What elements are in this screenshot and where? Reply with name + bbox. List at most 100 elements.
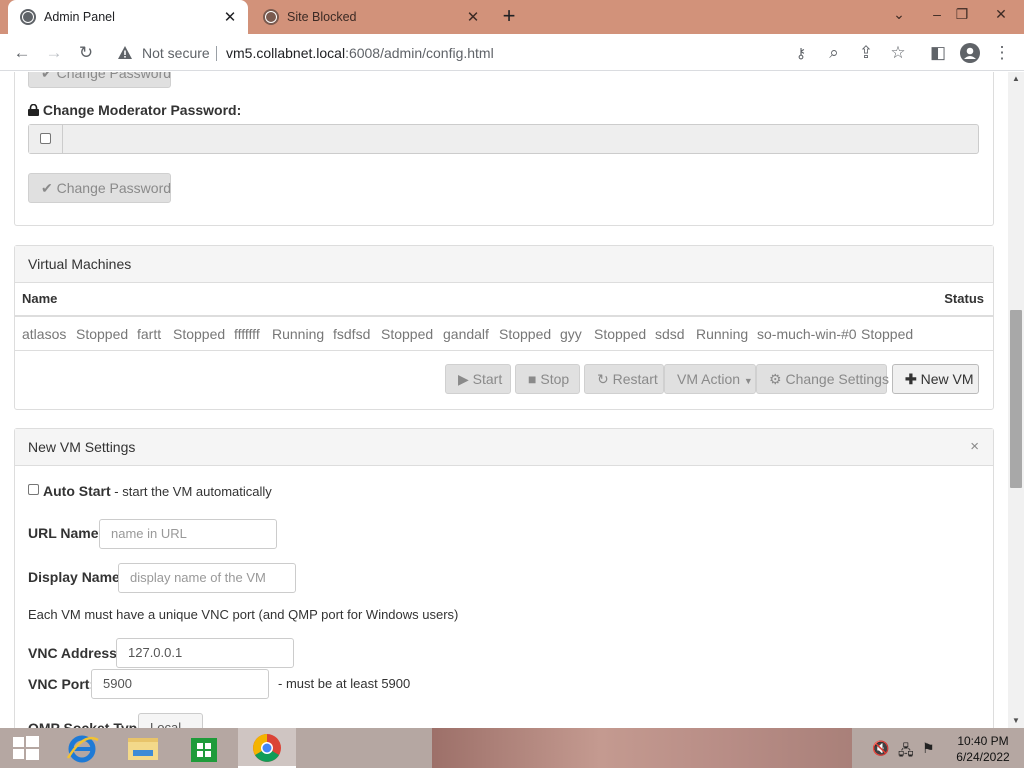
browser-toolbar: ← → ↻ Not secure vm5.collabnet.local:600… <box>0 34 1024 71</box>
vm-status: Stopped <box>381 326 434 342</box>
file-explorer-icon[interactable] <box>116 728 172 768</box>
tab-site-blocked[interactable]: Site Blocked ✕ <box>251 0 491 34</box>
wallpaper-peek <box>432 728 852 768</box>
change-settings-label: Change Settings <box>785 371 889 387</box>
restore-icon[interactable]: ❐ <box>945 0 979 30</box>
profile-avatar-icon[interactable] <box>958 41 982 65</box>
change-password-button[interactable]: ✔ Change Password <box>28 72 171 88</box>
auto-start-desc: - start the VM automatically <box>110 484 272 499</box>
close-icon[interactable]: × <box>970 438 979 455</box>
moderator-enable-checkbox[interactable] <box>40 133 51 144</box>
back-icon[interactable]: ← <box>10 41 34 65</box>
stop-vm-button[interactable]: ■ Stop <box>515 364 580 394</box>
new-vm-settings-title: New VM Settings <box>28 439 136 455</box>
windows-logo-icon <box>13 736 39 760</box>
speaker-muted-icon[interactable]: 🔇 <box>872 740 889 757</box>
vm-status: Stopped <box>173 326 226 342</box>
restart-vm-button[interactable]: ↻ Restart <box>584 364 664 394</box>
stop-label: Stop <box>540 371 570 387</box>
vm-status: Running <box>272 326 325 342</box>
vm-name[interactable]: fartt <box>137 326 161 342</box>
scroll-down-arrow-icon[interactable]: ▼ <box>1008 714 1024 728</box>
new-vm-button[interactable]: ✚ New VM <box>892 364 979 394</box>
share-icon[interactable]: ⇪ <box>854 41 878 65</box>
auto-start-label[interactable]: Auto Start - start the VM automatically <box>43 483 272 499</box>
moderator-enable-addon <box>29 125 63 153</box>
tab-admin-panel[interactable]: Admin Panel ✕ <box>8 0 248 34</box>
new-tab-button[interactable]: + <box>498 5 520 27</box>
change-password-label: Change Password <box>56 72 172 81</box>
vm-name[interactable]: atlasos <box>22 326 66 342</box>
vm-status: Stopped <box>76 326 129 342</box>
taskbar-clock[interactable]: 10:40 PM 6/24/2022 <box>948 733 1018 765</box>
start-button[interactable] <box>0 728 56 768</box>
moderator-password-text: Change Moderator Password: <box>42 102 242 118</box>
display-name-input[interactable]: display name of the VM <box>118 563 296 593</box>
tab-title: Site Blocked <box>287 10 357 24</box>
chrome-taskbar-icon[interactable] <box>238 728 296 768</box>
close-window-icon[interactable]: ✕ <box>984 0 1018 30</box>
url-name-input[interactable]: name in URL <box>99 519 277 549</box>
internet-explorer-icon[interactable] <box>56 728 112 768</box>
url-name-label: URL Name: <box>28 525 104 541</box>
vm-name[interactable]: fffffff <box>234 326 260 342</box>
side-panel-icon[interactable]: ◧ <box>926 41 950 65</box>
page-scrollbar[interactable]: ▲ ▼ <box>1008 72 1024 728</box>
tab-close-icon[interactable]: ✕ <box>220 8 240 26</box>
new-vm-settings-heading: New VM Settings × <box>15 429 993 466</box>
unique-port-note: Each VM must have a unique VNC port (and… <box>28 607 459 622</box>
url-text[interactable]: vm5.collabnet.local:6008/admin/config.ht… <box>226 45 494 61</box>
forward-icon[interactable]: → <box>42 41 66 65</box>
gear-icon: ⚙ <box>769 371 782 387</box>
qmp-socket-type-label: QMP Socket Type: <box>28 720 150 728</box>
qmp-socket-type-select[interactable]: Local ▼ <box>138 713 203 728</box>
tab-title: Admin Panel <box>44 10 115 24</box>
network-icon[interactable]: 🖧 <box>898 740 914 764</box>
caret-down-icon: ▼ <box>743 376 753 386</box>
security-status[interactable]: Not secure <box>142 45 210 61</box>
menu-kebab-icon[interactable]: ⋮ <box>990 41 1014 65</box>
change-settings-button[interactable]: ⚙ Change Settings <box>756 364 889 394</box>
plus-icon: ✚ <box>905 371 917 387</box>
vm-list-row: atlasos Stopped fartt Stopped fffffff Ru… <box>15 317 993 351</box>
page-viewport: ✔ Change Password Change Moderator Passw… <box>0 72 1008 728</box>
column-status: Status <box>944 291 984 306</box>
globe-icon <box>263 9 279 25</box>
vnc-port-hint: - must be at least 5900 <box>278 676 411 691</box>
reload-icon[interactable]: ↻ <box>74 41 98 65</box>
address-bar[interactable]: Not secure vm5.collabnet.local:6008/admi… <box>105 38 825 68</box>
vm-status: Stopped <box>861 326 914 342</box>
display-name-label: Display Name: <box>28 569 125 585</box>
scroll-up-arrow-icon[interactable]: ▲ <box>1008 72 1024 86</box>
checkmark-icon: ✔ <box>41 180 53 196</box>
vm-name[interactable]: sdsd <box>655 326 685 342</box>
key-icon[interactable]: ⚷ <box>791 43 811 63</box>
vm-name[interactable]: so-much-win-#0 <box>757 326 857 342</box>
start-vm-button[interactable]: ▶ Start <box>445 364 511 394</box>
moderator-password-input[interactable] <box>64 125 978 153</box>
auto-start-checkbox[interactable] <box>28 484 39 495</box>
clock-time: 10:40 PM <box>957 734 1009 748</box>
vnc-address-input[interactable]: 127.0.0.1 <box>116 638 294 668</box>
change-moderator-password-button[interactable]: ✔ Change Password <box>28 173 171 203</box>
tab-search-icon[interactable]: ⌄ <box>882 0 916 30</box>
bookmark-star-icon[interactable]: ☆ <box>886 41 910 65</box>
new-vm-label: New VM <box>920 371 974 387</box>
vm-action-dropdown[interactable]: VM Action ▼ <box>664 364 756 394</box>
scrollbar-thumb[interactable] <box>1010 310 1022 488</box>
new-vm-settings-panel: New VM Settings × Auto Start - start the… <box>14 428 994 728</box>
play-icon: ▶ <box>458 371 469 387</box>
vm-name[interactable]: gyy <box>560 326 582 342</box>
vnc-port-input[interactable]: 5900 <box>91 669 269 699</box>
warning-icon <box>118 46 132 59</box>
action-center-flag-icon[interactable]: ⚑ <box>922 740 935 757</box>
vm-status: Stopped <box>499 326 552 342</box>
tab-close-icon[interactable]: ✕ <box>463 8 483 26</box>
vnc-address-label: VNC Address: <box>28 645 122 661</box>
store-icon[interactable] <box>176 728 232 768</box>
windows-taskbar: 🔇 🖧 ⚑ 10:40 PM 6/24/2022 <box>0 728 1024 768</box>
vm-name[interactable]: gandalf <box>443 326 489 342</box>
url-host: vm5.collabnet.local <box>226 45 346 61</box>
vm-name[interactable]: fsdfsd <box>333 326 370 342</box>
zoom-icon[interactable]: ⌕ <box>822 41 846 65</box>
